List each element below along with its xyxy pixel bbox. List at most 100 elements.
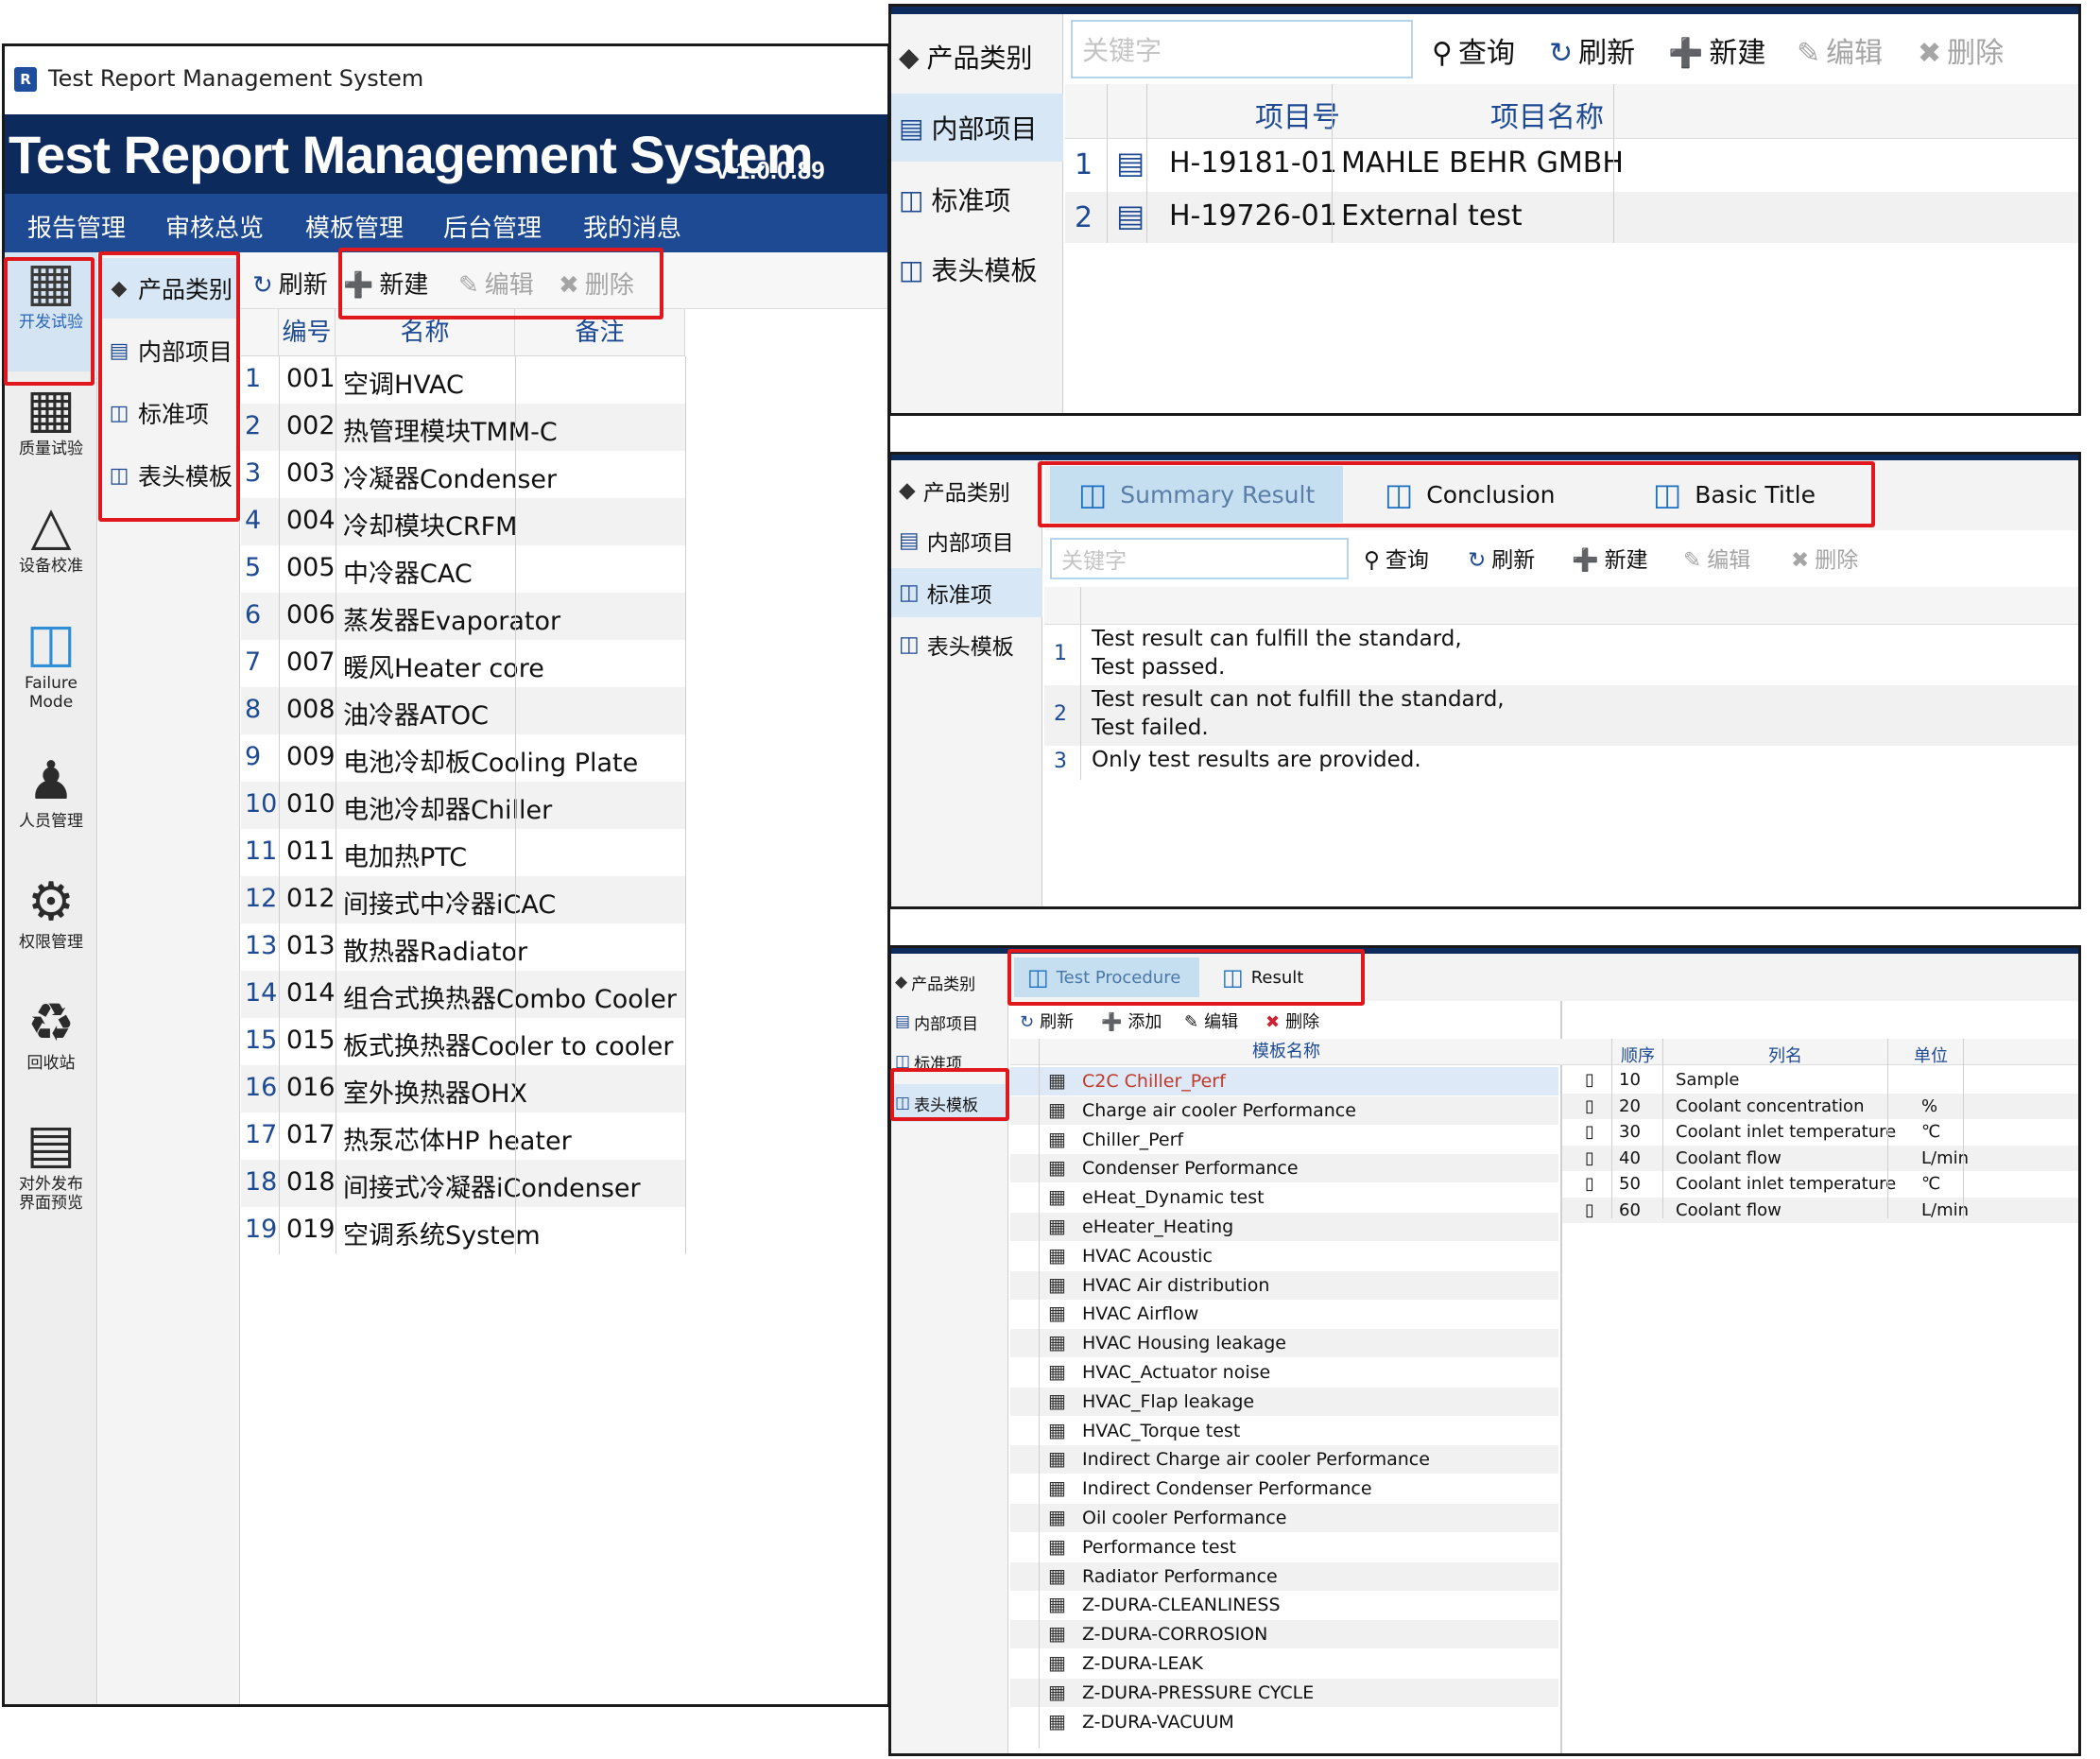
menu-report-management[interactable]: 报告管理 bbox=[27, 209, 126, 244]
table-row[interactable]: 2 ▤ H-19726-01 External test bbox=[1065, 192, 2078, 243]
template-row[interactable]: ▦ HVAC_Torque test bbox=[1010, 1417, 1558, 1445]
template-row[interactable]: ▦ HVAC_Flap leakage bbox=[1010, 1387, 1558, 1416]
table-row[interactable]: 2 002 热管理模块TMM-C bbox=[241, 404, 685, 451]
nav-product-category[interactable]: ◆ 产品类别 bbox=[891, 468, 1042, 513]
template-row[interactable]: ▦ HVAC Air distribution bbox=[1010, 1270, 1558, 1300]
template-row[interactable]: ▦ HVAC Housing leakage bbox=[1010, 1329, 1558, 1358]
table-row[interactable]: 10 010 电池冷却器Chiller bbox=[241, 782, 685, 829]
nav-header-template[interactable]: ◫ 表头模板 bbox=[891, 1084, 1008, 1122]
column-header-project-no[interactable]: 项目号 bbox=[1194, 94, 1402, 135]
delete-button[interactable]: ✖ 删除 bbox=[1918, 29, 2004, 71]
column-definition-row[interactable]: ▯ 60 Coolant flow L/min bbox=[1562, 1197, 2078, 1223]
delete-button[interactable]: ✖ 删除 bbox=[1791, 542, 1858, 574]
nav-header-template[interactable]: ◫ 表头模板 bbox=[98, 445, 240, 506]
template-row[interactable]: ▦ Charge air cooler Performance bbox=[1010, 1095, 1558, 1125]
edit-button[interactable]: ✎ 编辑 bbox=[1184, 1009, 1238, 1033]
template-row[interactable]: ▦ Z-DURA-CLEANLINESS bbox=[1010, 1591, 1558, 1619]
rail-item-dev-test[interactable]: ▦ 开发试验 bbox=[5, 252, 97, 371]
rail-item-quality-test[interactable]: ▦ 质量试验 bbox=[5, 379, 97, 459]
table-row[interactable]: 18 018 间接式冷凝器iCondenser bbox=[241, 1160, 685, 1207]
column-header-remark[interactable]: 备注 bbox=[515, 309, 685, 356]
refresh-button[interactable]: ↻ 刷新 bbox=[1549, 29, 1635, 71]
table-row[interactable]: 8 008 油冷器ATOC bbox=[241, 687, 685, 734]
table-row[interactable]: 15 015 板式换热器Cooler to cooler bbox=[241, 1018, 685, 1065]
nav-product-category[interactable]: ◆ 产品类别 bbox=[891, 965, 1008, 999]
menu-my-messages[interactable]: 我的消息 bbox=[583, 209, 681, 244]
table-row[interactable]: 16 016 室外换热器OHX bbox=[241, 1065, 685, 1112]
nav-product-category[interactable]: ◆ 产品类别 bbox=[98, 258, 240, 319]
query-button[interactable]: ⚲ 查询 bbox=[1432, 29, 1515, 71]
new-button[interactable]: ➕ 新建 bbox=[343, 266, 428, 301]
nav-standard-item[interactable]: ◫ 标准项 bbox=[891, 1044, 1008, 1078]
column-header-name[interactable]: 名称 bbox=[336, 309, 515, 356]
column-header-project-name[interactable]: 项目名称 bbox=[1405, 94, 1689, 135]
table-row[interactable]: 9 009 电池冷却板Cooling Plate bbox=[241, 734, 685, 782]
column-definition-row[interactable]: ▯ 10 Sample bbox=[1562, 1067, 2078, 1093]
column-header-template-name[interactable]: 模板名称 bbox=[1010, 1039, 1562, 1065]
template-row[interactable]: ▦ Z-DURA-LEAK bbox=[1010, 1649, 1558, 1678]
keyword-search-input[interactable]: 关键字 bbox=[1050, 538, 1349, 579]
nav-standard-item[interactable]: ◫ 标准项 bbox=[891, 568, 1042, 617]
query-button[interactable]: ⚲ 查询 bbox=[1364, 542, 1429, 574]
nav-internal-project[interactable]: ▤ 内部项目 bbox=[891, 1005, 1008, 1039]
table-row[interactable]: 7 007 暖风Heater core bbox=[241, 640, 685, 687]
rail-item-recycle-bin[interactable]: ♻ 回收站 bbox=[5, 993, 97, 1074]
nav-standard-item[interactable]: ◫ 标准项 bbox=[98, 383, 240, 443]
template-row[interactable]: ▦ Z-DURA-CORROSION bbox=[1010, 1620, 1558, 1649]
add-button[interactable]: ➕ 添加 bbox=[1101, 1009, 1162, 1033]
rail-item-personnel[interactable]: ♟ 人员管理 bbox=[5, 751, 97, 832]
column-header-code[interactable]: 编号 bbox=[279, 309, 336, 356]
nav-internal-project[interactable]: ▤ 内部项目 bbox=[891, 517, 1042, 564]
nav-header-template[interactable]: ◫ 表头模板 bbox=[891, 621, 1042, 668]
column-definition-row[interactable]: ▯ 20 Coolant concentration% bbox=[1562, 1093, 2078, 1119]
table-row[interactable]: 2 Test result can not fulfill the standa… bbox=[1044, 685, 2078, 746]
table-row[interactable]: 12 012 间接式中冷器iCAC bbox=[241, 876, 685, 923]
table-row[interactable]: 1 Test result can fulfill the standard, … bbox=[1044, 625, 2078, 685]
table-row[interactable]: 3 Only test results are provided. bbox=[1044, 746, 2078, 780]
table-row[interactable]: 5 005 中冷器CAC bbox=[241, 545, 685, 593]
template-row[interactable]: ▦ Chiller_Perf bbox=[1010, 1126, 1558, 1154]
template-row[interactable]: ▦ Z-DURA-PRESSURE CYCLE bbox=[1010, 1678, 1558, 1707]
new-button[interactable]: ➕ 新建 bbox=[1572, 542, 1648, 574]
menu-template-management[interactable]: 模板管理 bbox=[305, 209, 404, 244]
template-row[interactable]: ▦ Indirect Condenser Performance bbox=[1010, 1474, 1558, 1503]
table-row[interactable]: 17 017 热泵芯体HP heater bbox=[241, 1112, 685, 1160]
table-row[interactable]: 11 011 电加热PTC bbox=[241, 829, 685, 876]
template-row[interactable]: ▦ HVAC Airflow bbox=[1010, 1300, 1558, 1328]
tab-test-procedure[interactable]: ◫ Test Procedure bbox=[1014, 957, 1199, 997]
rail-item-publish-preview[interactable]: ▤ 对外发布界面预览 bbox=[5, 1114, 97, 1214]
menu-review-overview[interactable]: 审核总览 bbox=[165, 209, 264, 244]
rail-item-calibration[interactable]: △ 设备校准 bbox=[5, 496, 97, 577]
template-row[interactable]: ▦ Oil cooler Performance bbox=[1010, 1504, 1558, 1532]
column-header-order[interactable]: 顺序 bbox=[1621, 1043, 1655, 1067]
column-header-column-name[interactable]: 列名 bbox=[1768, 1043, 1802, 1067]
nav-internal-project[interactable]: ▤ 内部项目 bbox=[891, 94, 1063, 162]
menu-backend-management[interactable]: 后台管理 bbox=[443, 209, 542, 244]
edit-button[interactable]: ✎ 编辑 bbox=[458, 266, 534, 301]
tab-result[interactable]: ◫ Result bbox=[1209, 957, 1332, 997]
keyword-search-input[interactable]: 关键字 bbox=[1071, 20, 1413, 78]
template-row[interactable]: ▦ Indirect Charge air cooler Performance bbox=[1010, 1445, 1558, 1474]
table-row[interactable]: 1 001 空调HVAC bbox=[241, 356, 685, 404]
template-row[interactable]: ▦ Radiator Performance bbox=[1010, 1561, 1558, 1591]
refresh-button[interactable]: ↻ 刷新 bbox=[1468, 542, 1535, 574]
table-row[interactable]: 6 006 蒸发器Evaporator bbox=[241, 593, 685, 640]
column-definition-row[interactable]: ▯ 30 Coolant inlet temperature ℃ bbox=[1562, 1119, 2078, 1145]
tab-summary-result[interactable]: ◫ Summary Result bbox=[1050, 466, 1343, 523]
table-row[interactable]: 13 013 散热器Radiator bbox=[241, 923, 685, 971]
template-row[interactable]: ▦ HVAC Acoustic bbox=[1010, 1242, 1558, 1270]
nav-product-category[interactable]: ◆ 产品类别 bbox=[891, 24, 1063, 90]
template-row[interactable]: ▦ HVAC_Actuator noise bbox=[1010, 1358, 1558, 1387]
new-button[interactable]: ➕ 新建 bbox=[1668, 29, 1765, 71]
delete-button[interactable]: ✖ 删除 bbox=[1265, 1009, 1319, 1033]
nav-standard-item[interactable]: ◫ 标准项 bbox=[891, 165, 1063, 233]
rail-item-failure-mode[interactable]: ◫ Failure Mode bbox=[5, 613, 97, 713]
nav-header-template[interactable]: ◫ 表头模板 bbox=[891, 235, 1063, 303]
table-row[interactable]: 14 014 组合式换热器Combo Cooler bbox=[241, 971, 685, 1018]
rail-item-permissions[interactable]: ⚙ 权限管理 bbox=[5, 872, 97, 953]
edit-button[interactable]: ✎ 编辑 bbox=[1797, 29, 1883, 71]
template-row[interactable]: ▦ eHeat_Dynamic test bbox=[1010, 1183, 1558, 1212]
delete-button[interactable]: ✖ 删除 bbox=[559, 266, 634, 301]
column-header-unit[interactable]: 单位 bbox=[1914, 1043, 1948, 1067]
column-definition-row[interactable]: ▯ 40 Coolant flow L/min bbox=[1562, 1145, 2078, 1171]
